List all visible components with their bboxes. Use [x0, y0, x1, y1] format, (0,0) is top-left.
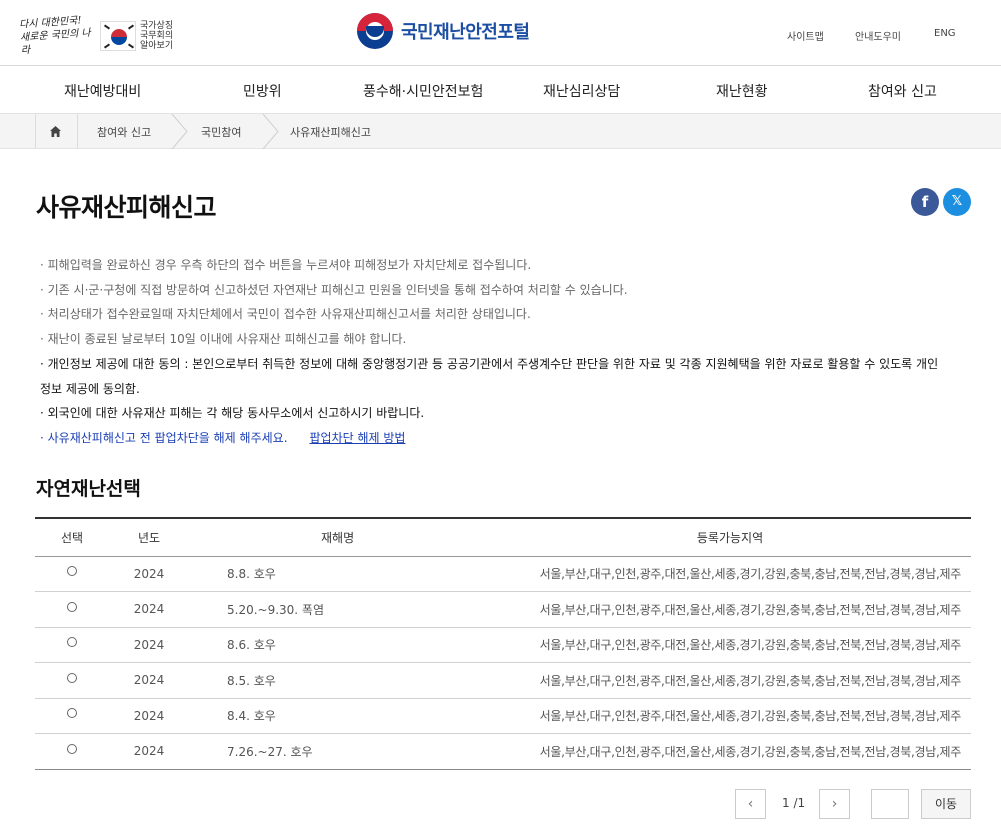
- page-info: 1 /1: [782, 796, 806, 810]
- privacy-consent-notice: · 개인정보 제공에 대한 동의 : 본인으로부터 취득한 정보에 대해 중앙행…: [40, 356, 939, 396]
- region-cell: 서울,부산,대구,인천,광주,대전,울산,세종,경기,강원,충북,충남,전북,전…: [539, 709, 962, 724]
- header-disaster-name: 재해명: [321, 530, 355, 545]
- table-row: 2024 7.26.~27. 호우 서울,부산,대구,인천,광주,대전,울산,세…: [35, 734, 971, 769]
- table-row: 2024 8.5. 호우 서울,부산,대구,인천,광주,대전,울산,세종,경기,…: [35, 663, 971, 698]
- notice-list: · 피해입력을 완료하신 경우 우측 하단의 접수 버튼을 누르셔야 피해정보가…: [40, 253, 945, 451]
- table-row: 2024 8.8. 호우 서울,부산,대구,인천,광주,대전,울산,세종,경기,…: [35, 556, 971, 592]
- select-radio[interactable]: [67, 566, 77, 577]
- nav-item-prevention[interactable]: 재난예방대비: [64, 81, 141, 101]
- nav-item-insurance[interactable]: 풍수해·시민안전보험: [363, 81, 483, 101]
- select-radio[interactable]: [67, 601, 77, 612]
- go-page-button[interactable]: 이동: [921, 789, 971, 819]
- section-title: 자연재난선택: [36, 478, 141, 500]
- region-cell: 서울,부산,대구,인천,광주,대전,울산,세종,경기,강원,충북,충남,전북,전…: [539, 744, 962, 759]
- year-cell: 2024: [133, 673, 165, 688]
- government-emblem-icon: [357, 13, 393, 49]
- select-radio[interactable]: [67, 743, 77, 754]
- popup-help-link[interactable]: 팝업차단 해제 방법: [310, 431, 406, 445]
- nav-item-counseling[interactable]: 재난심리상담: [543, 81, 620, 101]
- page-title: 사유재산피해신고: [36, 193, 217, 222]
- notice-item: · 처리상태가 접수완료일때 자치단체에서 국민이 접수한 사유재산피해신고서를…: [40, 307, 531, 322]
- disaster-name-cell: 8.5. 호우: [227, 673, 276, 688]
- table-row: 2024 5.20.~9.30. 폭염 서울,부산,대구,인천,광주,대전,울산…: [35, 592, 971, 627]
- facebook-share-icon[interactable]: f: [911, 188, 939, 216]
- disaster-name-cell: 5.20.~9.30. 폭염: [227, 602, 325, 617]
- select-radio[interactable]: [67, 708, 77, 719]
- disaster-name-cell: 8.8. 호우: [227, 567, 276, 582]
- header-region: 등록가능지역: [696, 530, 764, 545]
- table-row: 2024 8.4. 호우 서울,부산,대구,인천,광주,대전,울산,세종,경기,…: [35, 698, 971, 734]
- popup-notice: · 사유재산피해신고 전 팝업차단을 해제 해주세요. 팝업차단 해제 방법: [40, 426, 945, 451]
- select-radio[interactable]: [67, 672, 77, 683]
- notice-item: · 재난이 종료된 날로부터 10일 이내에 사유재산 피해신고를 해야 합니다…: [40, 332, 407, 347]
- region-cell: 서울,부산,대구,인천,광주,대전,울산,세종,경기,강원,충북,충남,전북,전…: [539, 602, 962, 617]
- breadcrumb-item-citizen[interactable]: 국민참여: [201, 124, 241, 140]
- foreigner-notice: · 외국인에 대한 사유재산 피해는 각 해당 동사무소에서 신고하시기 바랍니…: [40, 406, 425, 421]
- home-icon[interactable]: [49, 125, 62, 138]
- english-link[interactable]: ENG: [934, 28, 956, 39]
- page-number-input[interactable]: [871, 789, 909, 819]
- top-header: 다시 대한민국! 새로운 국민의 나라 국가상징 국무회의 알아보기 국민재난안…: [0, 0, 1001, 66]
- table-row: 2024 8.6. 호우 서울,부산,대구,인천,광주,대전,울산,세종,경기,…: [35, 627, 971, 663]
- disaster-table: 선택 년도 재해명 등록가능지역 2024 8.8. 호우 서울,부산,대구,인…: [35, 517, 971, 770]
- guide-link[interactable]: 안내도우미: [855, 28, 901, 43]
- sitemap-link[interactable]: 사이트맵: [787, 28, 824, 43]
- year-cell: 2024: [133, 708, 165, 723]
- breadcrumb-item-current[interactable]: 사유재산피해신고: [290, 124, 371, 140]
- notice-item: · 기존 시·군·구청에 직접 방문하여 신고하셨던 자연재난 피해신고 민원을…: [40, 282, 628, 297]
- notice-item: · 피해입력을 완료하신 경우 우측 하단의 접수 버튼을 누르셔야 피해정보가…: [40, 258, 532, 272]
- next-page-button[interactable]: ›: [819, 789, 850, 819]
- region-cell: 서울,부산,대구,인천,광주,대전,울산,세종,경기,강원,충북,충남,전북,전…: [539, 673, 962, 688]
- year-cell: 2024: [133, 602, 165, 617]
- breadcrumb-separator-icon: [171, 114, 188, 149]
- nav-item-participation[interactable]: 참여와 신고: [868, 81, 937, 101]
- year-cell: 2024: [133, 637, 165, 652]
- nav-item-civil-defense[interactable]: 민방위: [243, 81, 282, 101]
- header-year: 년도: [137, 530, 161, 545]
- prev-page-button[interactable]: ‹: [735, 789, 766, 819]
- x-share-icon[interactable]: 𝕏: [943, 188, 971, 216]
- region-cell: 서울,부산,대구,인천,광주,대전,울산,세종,경기,강원,충북,충남,전북,전…: [539, 567, 962, 582]
- popup-notice-text: · 사유재산피해신고 전 팝업차단을 해제 해주세요.: [40, 430, 288, 445]
- disaster-name-cell: 8.4. 호우: [227, 709, 276, 724]
- nav-item-status[interactable]: 재난현황: [716, 81, 768, 101]
- main-nav: 재난예방대비 민방위 풍수해·시민안전보험 재난심리상담 재난현황 참여와 신고: [0, 66, 1001, 114]
- year-cell: 2024: [133, 744, 165, 759]
- breadcrumb-separator-icon: [262, 114, 279, 149]
- agency-label: 국가상징 국무회의 알아보기: [140, 20, 174, 51]
- breadcrumb-item-participation[interactable]: 참여와 신고: [97, 124, 151, 140]
- region-cell: 서울,부산,대구,인천,광주,대전,울산,세종,경기,강원,충북,충남,전북,전…: [539, 638, 962, 653]
- portal-title: 국민재난안전포털: [401, 22, 530, 43]
- header-select: 선택: [60, 530, 84, 545]
- portal-logo[interactable]: 국민재난안전포털: [357, 13, 530, 49]
- disaster-name-cell: 8.6. 호우: [227, 638, 276, 653]
- select-radio[interactable]: [67, 637, 77, 648]
- taegeukgi-icon: [100, 20, 136, 51]
- disaster-name-cell: 7.26.~27. 호우: [227, 744, 313, 759]
- table-header-row: 선택 년도 재해명 등록가능지역: [35, 518, 971, 556]
- year-cell: 2024: [133, 566, 165, 581]
- breadcrumb: 참여와 신고 국민참여 사유재산피해신고: [0, 114, 1001, 149]
- slogan-text: 다시 대한민국! 새로운 국민의 나라: [18, 15, 92, 57]
- government-logo[interactable]: 다시 대한민국! 새로운 국민의 나라 국가상징 국무회의 알아보기: [18, 15, 184, 57]
